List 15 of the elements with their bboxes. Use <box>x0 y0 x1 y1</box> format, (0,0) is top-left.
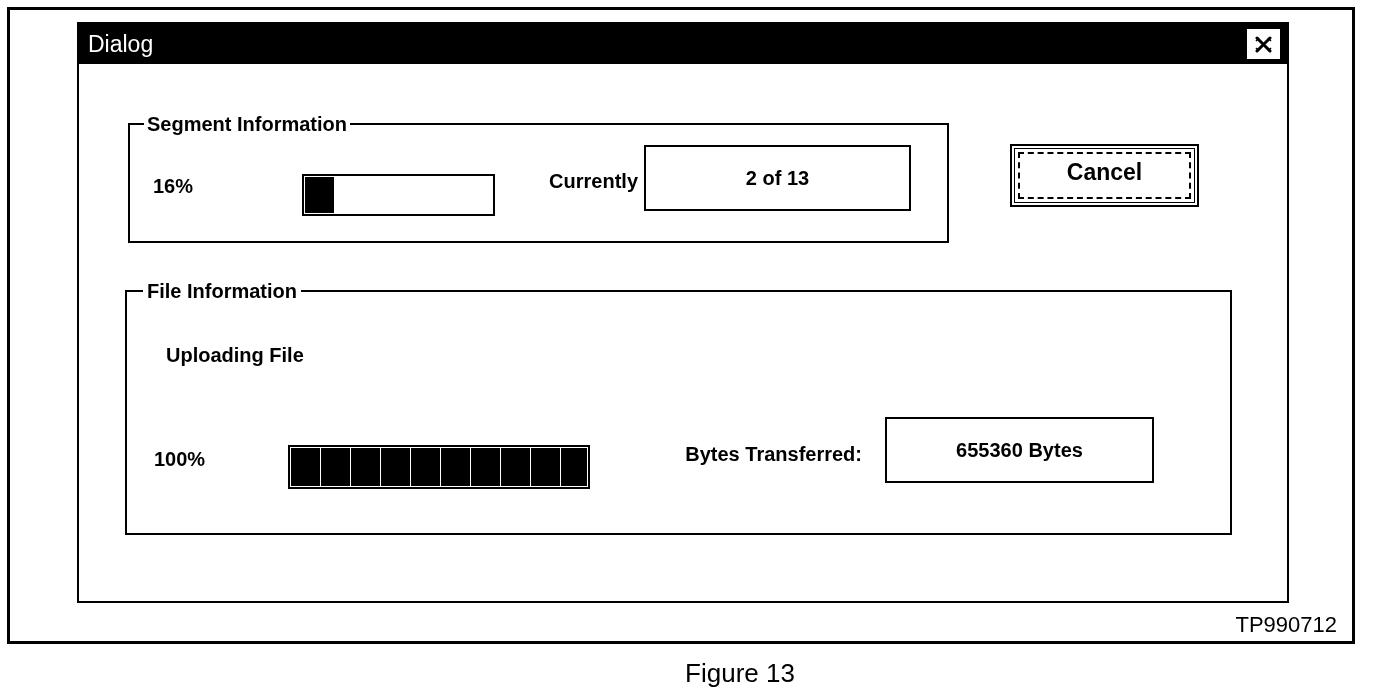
close-button[interactable] <box>1247 29 1280 59</box>
percent-label: 16% <box>153 175 195 197</box>
figure-caption: Figure 13 <box>685 658 795 688</box>
window-title: Dialog <box>88 31 154 57</box>
field-label: Bytes Transferred: <box>685 443 862 465</box>
field-label: Currently <box>549 170 638 192</box>
status-text: Uploading File <box>166 344 304 366</box>
group-title: Segment Information <box>146 113 348 135</box>
cancel-button[interactable]: Cancel <box>1010 144 1199 207</box>
figure-code: TP990712 <box>1235 612 1337 637</box>
group-title: File Information <box>146 280 298 302</box>
value-field: 2 of 13 <box>644 145 911 211</box>
value-field: 655360 Bytes <box>885 417 1154 483</box>
percent-label: 100% <box>154 448 207 470</box>
close-icon <box>1255 35 1272 53</box>
